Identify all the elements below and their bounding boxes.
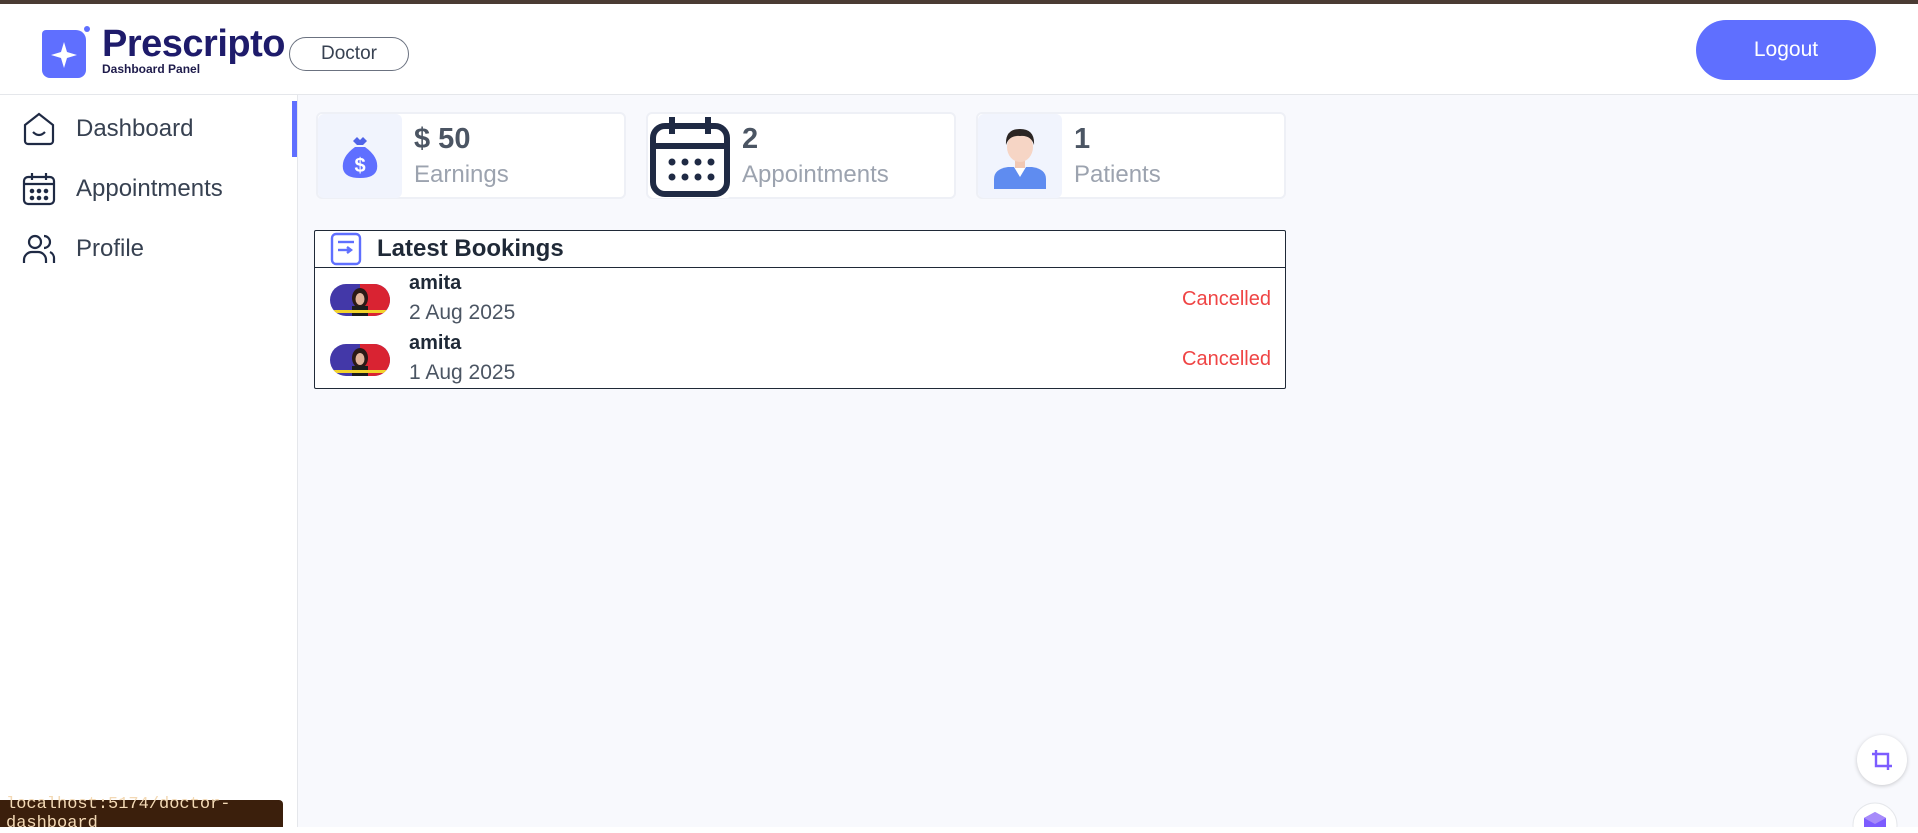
patients-card[interactable]: 1 Patients [976, 112, 1286, 199]
earnings-card[interactable]: $ $ 50 Earnings [316, 112, 626, 199]
appointments-value: 2 [742, 122, 759, 155]
top-navbar: Prescripto Dashboard Panel Doctor Logout [0, 4, 1918, 95]
latest-bookings-header: Latest Bookings [315, 231, 1285, 268]
browser-status-url: localhost:5174/doctor-dashboard [0, 795, 283, 833]
calendar-icon [650, 116, 730, 197]
money-bag-icon: $ [342, 136, 378, 178]
brand-name: Prescripto [102, 23, 285, 65]
appointments-card[interactable]: 2 Appointments [646, 112, 956, 199]
earnings-value: $ 50 [414, 122, 471, 155]
appointment-date: 1 Aug 2025 [409, 361, 516, 384]
sidebar-item-label: Dashboard [76, 115, 194, 142]
logout-button[interactable]: Logout [1696, 20, 1876, 80]
logo-icon [42, 26, 90, 78]
patients-label: Patients [1074, 160, 1161, 188]
extension-button[interactable] [1850, 800, 1900, 827]
status-badge: Cancelled [1182, 288, 1271, 310]
appointments-icon-box [648, 113, 732, 198]
earnings-icon-box: $ [318, 113, 402, 198]
earnings-label: Earnings [414, 160, 509, 188]
calendar-icon [22, 173, 56, 206]
booking-row[interactable]: amita 2 Aug 2025 Cancelled [315, 268, 1285, 328]
patients-icon-box [978, 113, 1062, 198]
appointments-label: Appointments [742, 160, 889, 188]
users-icon [22, 234, 56, 263]
status-badge: Cancelled [1182, 348, 1271, 370]
booking-row[interactable]: amita 1 Aug 2025 Cancelled [315, 328, 1285, 388]
crop-button[interactable] [1857, 735, 1907, 785]
appointment-date: 2 Aug 2025 [409, 301, 516, 324]
sidebar-item-label: Profile [76, 235, 145, 262]
crop-icon [1872, 750, 1892, 770]
svg-text:$: $ [354, 155, 365, 177]
sidebar-item-appointments[interactable]: Appointments [0, 161, 297, 217]
avatar [330, 284, 390, 316]
patient-name: amita [409, 332, 462, 354]
sidebar-item-dashboard[interactable]: Dashboard [0, 101, 297, 157]
sidebar-item-profile[interactable]: Profile [0, 221, 297, 277]
main-content: $ $ 50 Earnings 2 Appointments 1 Patient… [298, 95, 1918, 827]
home-icon [23, 112, 55, 146]
role-badge: Doctor [289, 37, 409, 71]
extension-cube-icon [1852, 802, 1898, 827]
avatar [330, 344, 390, 376]
logo[interactable]: Prescripto Dashboard Panel [36, 24, 285, 80]
patients-value: 1 [1074, 122, 1091, 155]
patient-name: amita [409, 272, 462, 294]
patient-avatar-icon [994, 128, 1046, 189]
sidebar-item-label: Appointments [76, 175, 223, 202]
sidebar: Dashboard Appointments Profile [0, 95, 298, 827]
latest-bookings-panel: Latest Bookings amita 2 Aug 2025 Cancell… [314, 230, 1286, 389]
list-icon [330, 232, 362, 266]
latest-bookings-title: Latest Bookings [377, 235, 564, 262]
